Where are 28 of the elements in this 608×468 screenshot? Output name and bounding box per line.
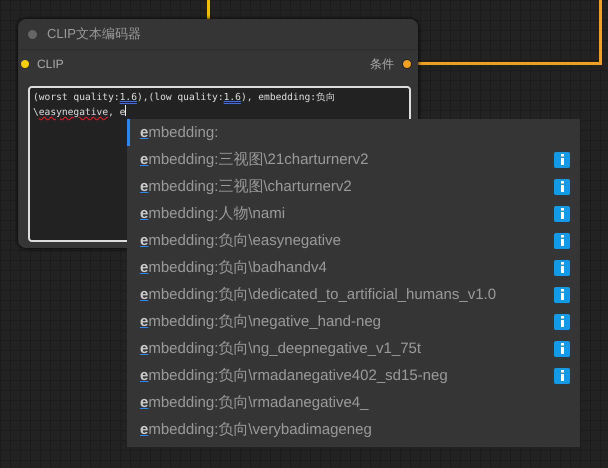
info-icon[interactable]: [554, 286, 570, 302]
output-label: 条件: [370, 56, 394, 72]
suggestion-item[interactable]: embedding:三视图\charturnerv2: [127, 173, 580, 200]
status-dot-icon: [28, 30, 37, 38]
info-icon[interactable]: [554, 178, 570, 194]
info-icon[interactable]: [554, 340, 570, 356]
suggestion-item[interactable]: embedding:负向\badhandv4: [127, 254, 580, 281]
info-icon[interactable]: [554, 152, 570, 168]
suggestion-item[interactable]: embedding:负向\easynegative: [127, 227, 580, 254]
suggestion-item[interactable]: embedding:负向\rmadanegative402_sd15-neg: [127, 362, 580, 389]
suggestion-item[interactable]: embedding:人物\nami: [127, 200, 580, 227]
node-title: CLIP文本编码器: [47, 25, 141, 43]
input-label: CLIP: [37, 57, 64, 71]
info-icon[interactable]: [554, 232, 570, 248]
suggestion-item[interactable]: embedding:负向\ng_deepnegative_v1_75t: [127, 335, 580, 362]
suggestion-item[interactable]: embedding:负向\negative_hand-neg: [127, 308, 580, 335]
info-icon[interactable]: [554, 314, 570, 330]
input-port[interactable]: [21, 60, 29, 68]
suggestion-item[interactable]: embedding:三视图\21charturnerv2: [127, 146, 580, 173]
info-icon[interactable]: [554, 206, 570, 222]
suggestion-item[interactable]: embedding:: [127, 119, 580, 146]
suggestion-item[interactable]: embedding:负向\dedicated_to_artificial_humans_v1.0: [127, 281, 580, 308]
output-port[interactable]: [402, 59, 412, 69]
suggestion-item[interactable]: embedding:负向\verybadimageneg: [127, 416, 580, 443]
info-icon[interactable]: [554, 368, 570, 384]
wire-drawing: [207, 0, 210, 19]
info-icon[interactable]: [554, 260, 570, 276]
suggestion-item[interactable]: embedding:负向\rmadanegative4_: [127, 389, 580, 416]
